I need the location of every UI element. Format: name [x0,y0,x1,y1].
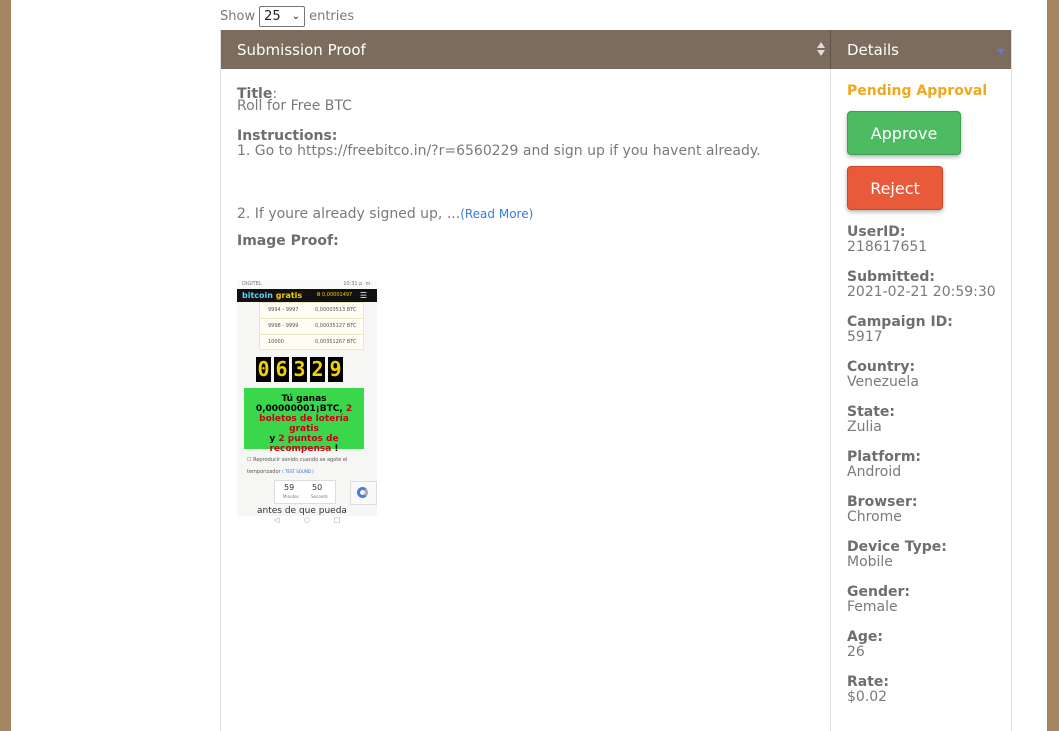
instruction-line-1: 1. Go to https://freebitco.in/?r=6560229… [237,143,761,159]
phone-payout-row: 10000 0,00351267 BTC [268,339,357,345]
instruction-line-2: 2. If youre already signed up, ...(Read … [237,203,533,222]
instructions-label: Instructions: [237,128,338,144]
roll-digit: 3 [292,357,307,382]
phone-payout-row: 9998 - 9999 0,00035127 BTC [260,319,363,335]
roll-digit: 9 [328,357,343,382]
submission-proof-cell: Title: Roll for Free BTC Instructions: 1… [221,69,831,731]
column-header-proof-label: Submission Proof [237,41,366,59]
sort-both-icon [817,42,825,56]
detail-browser: Browser: Chrome [847,494,918,525]
instruction-line-2-text: 2. If youre already signed up, ... [237,206,461,222]
image-proof-label: Image Proof: [237,233,339,249]
page-left-edge [0,0,11,731]
roll-digit: 0 [256,357,271,382]
sort-desc-icon [997,49,1005,55]
back-icon: ◁ [274,516,280,524]
title-value: Roll for Free BTC [237,98,352,114]
chevron-down-icon: ⌄ [291,11,301,22]
entries-select[interactable]: 25 ⌄ [259,6,306,27]
phone-sound-option: ☐ Reproducir sonido cuando se agote el t… [247,457,348,475]
detail-age: Age: 26 [847,629,883,660]
column-header-details-label: Details [847,41,900,59]
detail-device-type: Device Type: Mobile [847,539,947,570]
recaptcha-icon [350,481,377,505]
phone-nav-bar: ◁ ○ □ [237,516,377,525]
phone-cut-text: antes de que pueda [257,506,347,516]
detail-submitted: Submitted: 2021-02-21 20:59:30 [847,269,996,300]
table-header: Submission Proof Details [221,30,1011,69]
details-cell: Pending Approval Approve Reject UserID: 2… [831,69,1011,731]
submissions-table: Submission Proof Details Title: Roll for… [220,30,1012,731]
recent-apps-icon: □ [334,516,341,524]
detail-state: State: Zulia [847,404,896,435]
detail-campaign-id: Campaign ID: 5917 [847,314,953,345]
status-badge: Pending Approval [847,83,988,99]
entries-length-control: Show 25 ⌄ entries [220,6,354,27]
entries-label: entries [309,9,355,24]
phone-timer: 59 50 Minutes Seconds [274,480,336,504]
column-header-details[interactable]: Details [831,30,1011,69]
approve-button[interactable]: Approve [847,111,961,155]
detail-country: Country: Venezuela [847,359,919,390]
hamburger-menu-icon: ☰ [359,291,367,300]
phone-status-bar: DIGITEL 10:31 p. m. [237,280,377,289]
roll-digit: 6 [274,357,289,382]
read-more-link[interactable]: (Read More) [460,207,533,221]
phone-roll-digits: 0 6 3 2 9 [256,357,343,382]
proof-screenshot-image[interactable]: DIGITEL 10:31 p. m. bitcoin gratis Ƀ 0,0… [237,280,377,525]
phone-balance: Ƀ 0,00001497 [317,292,353,298]
phone-app-bar: bitcoin gratis Ƀ 0,00001497 ☰ [237,289,377,302]
column-header-proof[interactable]: Submission Proof [221,30,831,69]
phone-win-message: Tú ganas 0,00000001¡BTC, 2 boletos de lo… [244,388,364,454]
detail-platform: Platform: Android [847,449,921,480]
roll-digit: 2 [310,357,325,382]
phone-brand-logo: bitcoin gratis [242,291,303,300]
page-right-edge [1047,0,1059,731]
home-icon: ○ [304,516,311,524]
entries-select-value: 25 [264,9,281,24]
phone-payout-row: 9994 - 9997 0,00003513 BTC [260,303,363,319]
detail-gender: Gender: Female [847,584,910,615]
detail-user-id: UserID: 218617651 [847,224,928,255]
show-label: Show [220,9,256,24]
detail-rate: Rate: $0.02 [847,674,890,705]
reject-button[interactable]: Reject [847,166,943,210]
phone-payout-table: 9994 - 9997 0,00003513 BTC 9998 - 9999 0,0… [259,302,364,350]
